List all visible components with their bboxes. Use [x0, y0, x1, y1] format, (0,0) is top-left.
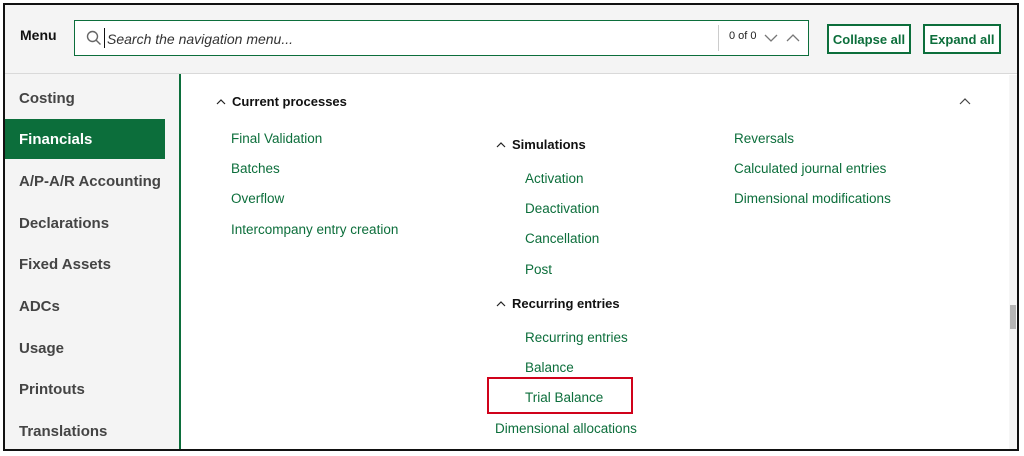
sidebar-item-fixed-assets[interactable]: Fixed Assets	[5, 244, 165, 284]
subsection-simulations[interactable]: Simulations	[496, 137, 586, 152]
section-current-processes[interactable]: Current processes	[216, 94, 347, 109]
link-recurring-entries[interactable]: Recurring entries	[525, 330, 628, 345]
link-dimensional-modifications[interactable]: Dimensional modifications	[734, 191, 891, 206]
section-collapse-icon[interactable]	[959, 96, 971, 108]
link-calculated-journal-entries[interactable]: Calculated journal entries	[734, 161, 886, 176]
expand-all-button[interactable]: Expand all	[923, 24, 1001, 54]
sidebar-item-printouts[interactable]: Printouts	[5, 369, 165, 409]
chevron-down-icon[interactable]	[761, 27, 781, 49]
subsection-title: Recurring entries	[512, 296, 620, 311]
scrollbar[interactable]	[1009, 75, 1017, 449]
link-dimensional-allocations[interactable]: Dimensional allocations	[495, 421, 637, 436]
app-window: Menu 0 of 0 Collapse all Expand all Cost…	[3, 3, 1019, 451]
link-cancellation[interactable]: Cancellation	[525, 231, 599, 246]
link-intercompany-entry-creation[interactable]: Intercompany entry creation	[231, 222, 398, 237]
sidebar-item-financials[interactable]: Financials	[5, 119, 165, 159]
chevron-up-icon	[216, 98, 226, 104]
sidebar-item-usage[interactable]: Usage	[5, 328, 165, 368]
scrollbar-thumb[interactable]	[1010, 305, 1016, 329]
chevron-up-icon[interactable]	[783, 27, 803, 49]
search-result-counter: 0 of 0	[729, 30, 757, 42]
collapse-all-button[interactable]: Collapse all	[827, 24, 911, 54]
link-activation[interactable]: Activation	[525, 171, 584, 186]
subsection-recurring-entries[interactable]: Recurring entries	[496, 296, 620, 311]
subsection-title: Simulations	[512, 137, 586, 152]
header-bar: Menu 0 of 0 Collapse all Expand all	[5, 5, 1017, 74]
link-overflow[interactable]: Overflow	[231, 191, 284, 206]
sidebar-item-translations[interactable]: Translations	[5, 411, 165, 449]
highlight-box	[487, 377, 633, 414]
search-input[interactable]	[105, 27, 709, 51]
search-divider	[718, 25, 719, 51]
chevron-up-icon	[496, 300, 506, 306]
link-batches[interactable]: Batches	[231, 161, 280, 176]
sidebar-item-ap-ar-accounting[interactable]: A/P-A/R Accounting	[5, 161, 165, 201]
link-post[interactable]: Post	[525, 262, 552, 277]
chevron-up-icon	[496, 141, 506, 147]
search-icon	[86, 30, 101, 45]
sidebar-item-adcs[interactable]: ADCs	[5, 286, 165, 326]
sidebar: Costing Financials A/P-A/R Accounting De…	[5, 74, 181, 449]
sidebar-item-declarations[interactable]: Declarations	[5, 203, 165, 243]
link-deactivation[interactable]: Deactivation	[525, 201, 599, 216]
menu-label: Menu	[20, 27, 57, 43]
sidebar-item-costing[interactable]: Costing	[5, 78, 165, 118]
link-final-validation[interactable]: Final Validation	[231, 131, 322, 146]
section-divider	[211, 450, 1001, 451]
link-reversals[interactable]: Reversals	[734, 131, 794, 146]
main-panel: Current processes Final Validation Batch…	[181, 74, 1017, 451]
search-box[interactable]: 0 of 0	[74, 20, 809, 56]
section-title: Current processes	[232, 94, 347, 109]
link-balance[interactable]: Balance	[525, 360, 574, 375]
